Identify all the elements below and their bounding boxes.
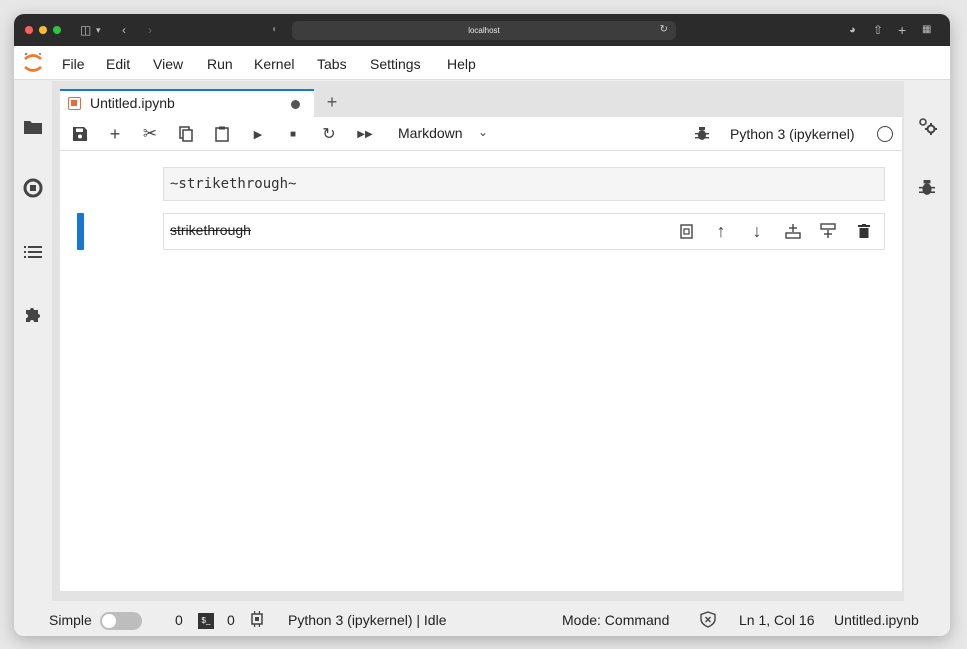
kernel-status-text[interactable]: Python 3 (ipykernel) | Idle xyxy=(288,612,447,628)
address-text: localhost xyxy=(468,26,500,35)
status-filename: Untitled.ipynb xyxy=(834,612,919,628)
close-window-button[interactable] xyxy=(25,26,33,34)
insert-below-icon[interactable] xyxy=(819,222,837,240)
kernel-status-icon xyxy=(877,126,893,142)
menu-run[interactable]: Run xyxy=(207,56,233,72)
menu-settings[interactable]: Settings xyxy=(370,56,421,72)
chevron-down-icon[interactable]: ▾ xyxy=(96,22,101,38)
new-launcher-button[interactable]: + xyxy=(320,91,344,115)
download-icon[interactable]: ◕ xyxy=(849,22,856,38)
insert-cell-icon[interactable]: + xyxy=(105,124,125,144)
insert-above-icon[interactable] xyxy=(784,222,802,240)
menu-file[interactable]: File xyxy=(62,56,85,72)
privacy-shield-icon[interactable]: ◐ xyxy=(272,22,278,38)
new-tab-icon[interactable]: + xyxy=(898,22,906,38)
minimize-window-button[interactable] xyxy=(39,26,47,34)
property-inspector-gear-icon[interactable] xyxy=(916,115,938,137)
kernels-count[interactable]: 0 xyxy=(227,612,235,628)
cpu-chip-icon[interactable] xyxy=(249,611,265,627)
paste-icon[interactable] xyxy=(212,124,232,144)
trust-shield-icon[interactable] xyxy=(700,611,716,628)
debugger-bug-icon[interactable] xyxy=(692,124,712,144)
cursor-position[interactable]: Ln 1, Col 16 xyxy=(739,612,815,628)
extensions-puzzle-icon[interactable] xyxy=(22,303,44,325)
chevron-down-icon[interactable]: ⌄ xyxy=(478,125,488,139)
back-icon[interactable]: ‹ xyxy=(122,22,126,38)
main-area: Untitled.ipynb + + ✂ ▶ ■ ↻ ▶▶ Markdown ⌄… xyxy=(52,81,904,601)
running-sessions-icon[interactable] xyxy=(22,177,44,199)
forward-icon[interactable]: › xyxy=(148,22,152,38)
menubar: File Edit View Run Kernel Tabs Settings … xyxy=(14,46,950,80)
maximize-window-button[interactable] xyxy=(53,26,61,34)
move-up-icon[interactable]: ↑ xyxy=(712,221,730,241)
tab-overview-icon[interactable]: ▦ xyxy=(922,22,931,38)
duplicate-cell-icon[interactable] xyxy=(677,222,695,240)
share-icon[interactable]: ⇧ xyxy=(873,22,883,38)
terminal-icon[interactable]: $_ xyxy=(198,613,214,629)
rendered-strikethrough-text: strikethrough xyxy=(170,222,251,238)
sidebar-toggle-icon[interactable]: ◫ xyxy=(80,22,91,38)
markdown-cell-rendered[interactable]: strikethrough ↑ ↓ xyxy=(163,213,885,250)
notebook-icon xyxy=(68,97,81,110)
menu-edit[interactable]: Edit xyxy=(106,56,130,72)
folder-icon[interactable] xyxy=(22,115,44,137)
delete-cell-icon[interactable] xyxy=(855,222,873,240)
terminals-count[interactable]: 0 xyxy=(175,612,183,628)
cut-icon[interactable]: ✂ xyxy=(140,124,160,144)
debugger-bug-icon[interactable] xyxy=(916,177,938,199)
save-icon[interactable] xyxy=(70,124,90,144)
simple-mode-label: Simple xyxy=(49,612,92,628)
kernel-name-button[interactable]: Python 3 (ipykernel) xyxy=(730,126,855,142)
menu-help[interactable]: Help xyxy=(447,56,476,72)
run-cell-icon[interactable]: ▶ xyxy=(248,124,268,144)
move-down-icon[interactable]: ↓ xyxy=(748,221,766,241)
table-of-contents-icon[interactable] xyxy=(22,241,44,263)
unsaved-indicator-icon[interactable] xyxy=(291,100,300,109)
status-bar: Simple 0 $_ 0 Python 3 (ipykernel) | Idl… xyxy=(14,604,950,636)
tab-untitled-notebook[interactable]: Untitled.ipynb xyxy=(60,89,314,117)
notebook-toolbar: + ✂ ▶ ■ ↻ ▶▶ Markdown ⌄ Python 3 (ipyker… xyxy=(60,117,902,151)
copy-icon[interactable] xyxy=(176,124,196,144)
interrupt-kernel-icon[interactable]: ■ xyxy=(283,124,303,144)
markdown-cell-editor[interactable]: ~strikethrough~ xyxy=(163,167,885,201)
tab-title: Untitled.ipynb xyxy=(90,95,175,111)
browser-window: ◫ ▾ ‹ › ◐ localhost ↻ ◕ ⇧ + ▦ File Edit … xyxy=(14,14,950,636)
restart-kernel-icon[interactable]: ↻ xyxy=(319,124,339,144)
right-sidebar xyxy=(904,81,950,601)
cell-type-select[interactable]: Markdown xyxy=(398,125,463,141)
left-sidebar xyxy=(14,81,52,601)
document-tabbar: Untitled.ipynb + xyxy=(52,81,904,117)
active-cell-collapser[interactable] xyxy=(77,213,84,250)
mode-indicator: Mode: Command xyxy=(562,612,670,628)
address-bar[interactable]: localhost ↻ xyxy=(292,21,676,40)
browser-toolbar: ◫ ▾ ‹ › ◐ localhost ↻ ◕ ⇧ + ▦ xyxy=(14,14,950,46)
menu-kernel[interactable]: Kernel xyxy=(254,56,294,72)
menu-view[interactable]: View xyxy=(153,56,183,72)
simple-mode-toggle[interactable] xyxy=(100,612,142,630)
reload-icon[interactable]: ↻ xyxy=(660,24,668,35)
menu-tabs[interactable]: Tabs xyxy=(317,56,347,72)
restart-run-all-icon[interactable]: ▶▶ xyxy=(355,124,375,144)
notebook-panel: + ✂ ▶ ■ ↻ ▶▶ Markdown ⌄ Python 3 (ipyker… xyxy=(60,117,902,591)
jupyter-logo-icon xyxy=(22,51,44,75)
